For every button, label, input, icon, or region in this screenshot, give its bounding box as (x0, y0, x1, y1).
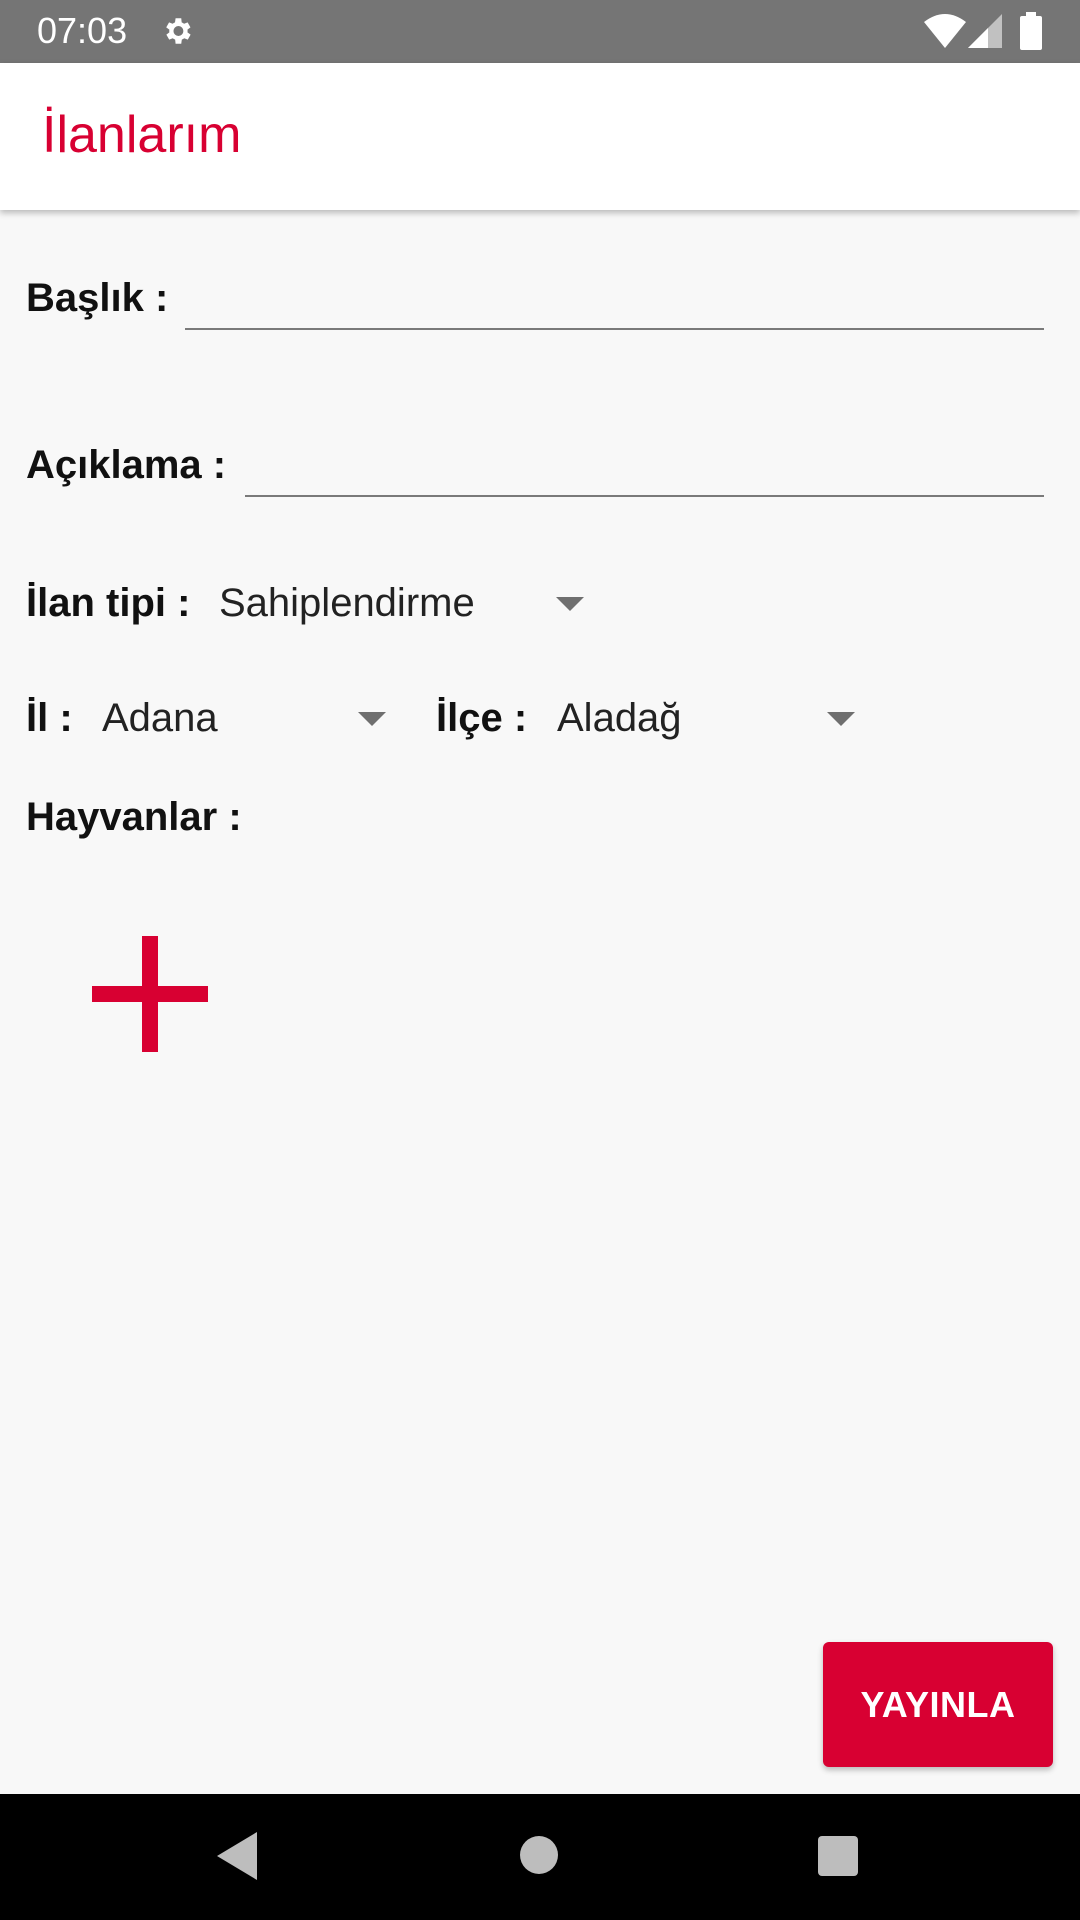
district-label: İlçe : (436, 696, 528, 740)
navigation-bar (0, 1794, 1080, 1920)
district-value: Aladağ (557, 696, 682, 740)
recents-icon[interactable] (818, 1836, 858, 1876)
publish-button[interactable]: YAYINLA (823, 1642, 1053, 1767)
province-dropdown[interactable]: Adana (102, 688, 392, 748)
gear-icon (166, 18, 191, 44)
district-dropdown[interactable]: Aladağ (557, 688, 857, 748)
province-value: Adana (102, 696, 218, 740)
description-field[interactable] (245, 435, 1044, 497)
signal-icon (968, 14, 1002, 48)
wifi-icon (924, 14, 966, 48)
description-label: Açıklama : (26, 443, 227, 487)
listing-type-label: İlan tipi : (26, 581, 191, 625)
province-label: İl : (26, 696, 73, 740)
battery-icon (1020, 12, 1042, 50)
back-icon[interactable] (217, 1832, 257, 1880)
chevron-down-icon (358, 712, 386, 726)
title-field[interactable] (185, 268, 1044, 330)
status-bar: 07:03 (0, 0, 1080, 63)
chevron-down-icon (827, 712, 855, 726)
listing-type-value: Sahiplendirme (219, 581, 475, 625)
title-label: Başlık : (26, 276, 169, 320)
animals-label: Hayvanlar : (26, 795, 242, 839)
page-title: İlanlarım (42, 106, 242, 164)
app-bar: İlanlarım (0, 63, 1080, 210)
add-animal-button[interactable] (92, 936, 208, 1052)
home-icon[interactable] (520, 1836, 558, 1874)
listing-type-dropdown[interactable]: Sahiplendirme (219, 573, 589, 633)
chevron-down-icon (556, 597, 584, 611)
status-time: 07:03 (37, 10, 128, 51)
